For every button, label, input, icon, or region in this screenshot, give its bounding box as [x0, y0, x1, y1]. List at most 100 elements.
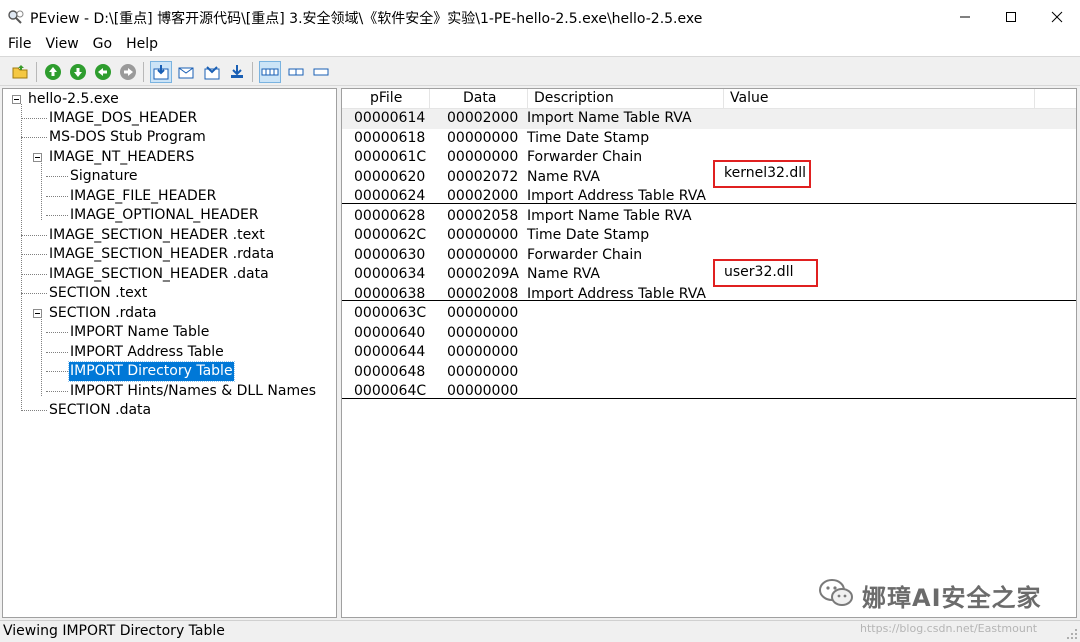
tree-node-section-rdata[interactable]: SECTION .rdata [48, 304, 158, 323]
tree-collapse-root[interactable] [12, 95, 21, 104]
view-import-icon[interactable] [150, 61, 172, 83]
tree-node-optional-header[interactable]: IMAGE_OPTIONAL_HEADER [69, 206, 260, 225]
table-row[interactable]: 00000644 00000000 [342, 343, 1076, 363]
tree-node-section-data[interactable]: SECTION .data [48, 401, 152, 420]
column-header-pfile[interactable]: pFile [342, 89, 430, 109]
tree-node-section-header-text[interactable]: IMAGE_SECTION_HEADER .text [48, 226, 266, 245]
table-row[interactable]: 00000614 00002000 Import Name Table RVA [342, 109, 1076, 129]
tree-node-import-name-table[interactable]: IMPORT Name Table [69, 323, 210, 342]
cell-pfile: 00000634 [354, 266, 426, 282]
highlight-box-kernel32: kernel32.dll [713, 160, 811, 188]
go-back-icon[interactable] [92, 61, 114, 83]
column-header-data[interactable]: Data [430, 89, 528, 109]
menu-view[interactable]: View [38, 34, 85, 55]
tree-node-import-hints-names[interactable]: IMPORT Hints/Names & DLL Names [69, 382, 317, 401]
cell-data: 00000000 [447, 344, 519, 360]
cell-description: Import Name Table RVA [527, 207, 692, 224]
tree-node-signature[interactable]: Signature [69, 167, 139, 186]
cell-data: 00000000 [447, 227, 519, 243]
menu-file[interactable]: File [0, 34, 38, 55]
tree-node-dos-header[interactable]: IMAGE_DOS_HEADER [48, 109, 198, 128]
table-row[interactable]: 00000634 0000209A Name RVA [342, 265, 1076, 285]
grid-header: pFile Data Description Value [342, 89, 1076, 109]
cell-pfile: 0000062C [354, 227, 427, 243]
tree-collapse-rdata[interactable] [33, 309, 42, 318]
watermark-text: 娜璋AI安全之家 [862, 583, 1042, 612]
column-header-description[interactable]: Description [528, 89, 724, 109]
tree-node-dos-stub[interactable]: MS-DOS Stub Program [48, 128, 207, 147]
highlight-box-user32: user32.dll [713, 259, 818, 287]
window-title: PEview - D:\[重点] 博客开源代码\[重点] 3.安全领域\《软件安… [30, 11, 703, 27]
cell-description: Time Date Stamp [527, 227, 650, 243]
cell-pfile: 0000061C [354, 149, 427, 165]
cell-description: Time Date Stamp [527, 129, 650, 146]
table-row[interactable]: 00000648 00000000 [342, 363, 1076, 383]
table-row[interactable]: 00000638 00002008 Import Address Table RVA [342, 285, 1076, 305]
tree-node-import-address-table[interactable]: IMPORT Address Table [69, 343, 225, 362]
tree-node-nt-headers[interactable]: IMAGE_NT_HEADERS [48, 148, 195, 167]
tree-node-section-header-rdata[interactable]: IMAGE_SECTION_HEADER .rdata [48, 245, 275, 264]
table-row[interactable]: 0000063C 00000000 [342, 304, 1076, 324]
tree-view[interactable]: hello-2.5.exe IMAGE_DOS_HEADER MS-DOS St… [2, 88, 337, 618]
cell-data: 00002058 [447, 207, 519, 224]
view-words-icon[interactable] [285, 61, 307, 83]
tree-node-section-text[interactable]: SECTION .text [48, 284, 148, 303]
table-row[interactable]: 0000061C 00000000 Forwarder Chain [342, 148, 1076, 168]
go-up-icon[interactable] [42, 61, 64, 83]
cell-data: 00002000 [447, 110, 519, 126]
cell-data: 00000000 [447, 246, 519, 263]
view-dwords-icon[interactable] [310, 61, 332, 83]
cell-pfile: 00000644 [354, 344, 426, 360]
go-down-icon[interactable] [67, 61, 89, 83]
view-download-icon[interactable] [226, 61, 248, 83]
table-row[interactable]: 0000062C 00000000 Time Date Stamp [342, 226, 1076, 246]
cell-description: Name RVA [527, 266, 600, 282]
watermark: 娜璋AI安全之家 [818, 578, 1042, 612]
menu-go[interactable]: Go [86, 34, 119, 55]
view-resource-icon[interactable] [201, 61, 223, 83]
menu-bar: File View Go Help [0, 34, 1080, 56]
wechat-logo-icon [818, 578, 854, 612]
cell-data: 00000000 [447, 305, 519, 321]
minimize-button[interactable] [942, 0, 988, 34]
watermark-url: https://blog.csdn.net/Eastmount [860, 622, 1038, 635]
table-row[interactable]: 00000628 00002058 Import Name Table RVA [342, 207, 1076, 227]
view-export-icon[interactable] [175, 61, 197, 83]
table-row[interactable]: 00000620 00002072 Name RVA [342, 168, 1076, 188]
open-folder-icon[interactable] [10, 61, 32, 83]
table-row[interactable]: 00000630 00000000 Forwarder Chain [342, 246, 1076, 266]
menu-help[interactable]: Help [119, 34, 165, 55]
cell-data: 00000000 [447, 129, 519, 146]
table-row[interactable]: 00000640 00000000 [342, 324, 1076, 344]
cell-description: Forwarder Chain [527, 246, 643, 263]
cell-description: Name RVA [527, 168, 600, 185]
tree-node-root[interactable]: hello-2.5.exe [27, 90, 120, 109]
close-button[interactable] [1034, 0, 1080, 34]
data-grid[interactable]: pFile Data Description Value 00000614 000… [341, 88, 1077, 618]
cell-pfile: 00000640 [354, 324, 426, 341]
cell-pfile: 00000628 [354, 207, 426, 224]
tree-node-file-header[interactable]: IMAGE_FILE_HEADER [69, 187, 217, 206]
title-bar: PEview - D:\[重点] 博客开源代码\[重点] 3.安全领域\《软件安… [0, 0, 1080, 34]
cell-pfile: 00000620 [354, 168, 426, 185]
cell-data: 00000000 [447, 324, 519, 341]
view-bytes-icon[interactable] [259, 61, 281, 83]
cell-data: 00000000 [447, 149, 519, 165]
cell-data: 00000000 [447, 363, 519, 380]
column-header-value[interactable]: Value [724, 89, 1035, 109]
cell-description: Forwarder Chain [527, 149, 643, 165]
maximize-button[interactable] [988, 0, 1034, 34]
cell-pfile: 00000630 [354, 246, 426, 263]
toolbar [0, 56, 1080, 86]
tree-node-import-directory-table[interactable]: IMPORT Directory Table [68, 361, 235, 382]
value-user32: user32.dll [724, 264, 794, 280]
tree-collapse-nt-headers[interactable] [33, 153, 42, 162]
go-forward-icon[interactable] [117, 61, 139, 83]
cell-pfile: 00000648 [354, 363, 426, 380]
cell-data: 00002072 [447, 168, 519, 185]
status-text: Viewing IMPORT Directory Table [3, 623, 225, 639]
value-kernel32: kernel32.dll [724, 165, 807, 181]
resize-grip-icon[interactable] [1066, 628, 1078, 640]
tree-node-section-header-data[interactable]: IMAGE_SECTION_HEADER .data [48, 265, 270, 284]
table-row[interactable]: 00000618 00000000 Time Date Stamp [342, 129, 1076, 149]
